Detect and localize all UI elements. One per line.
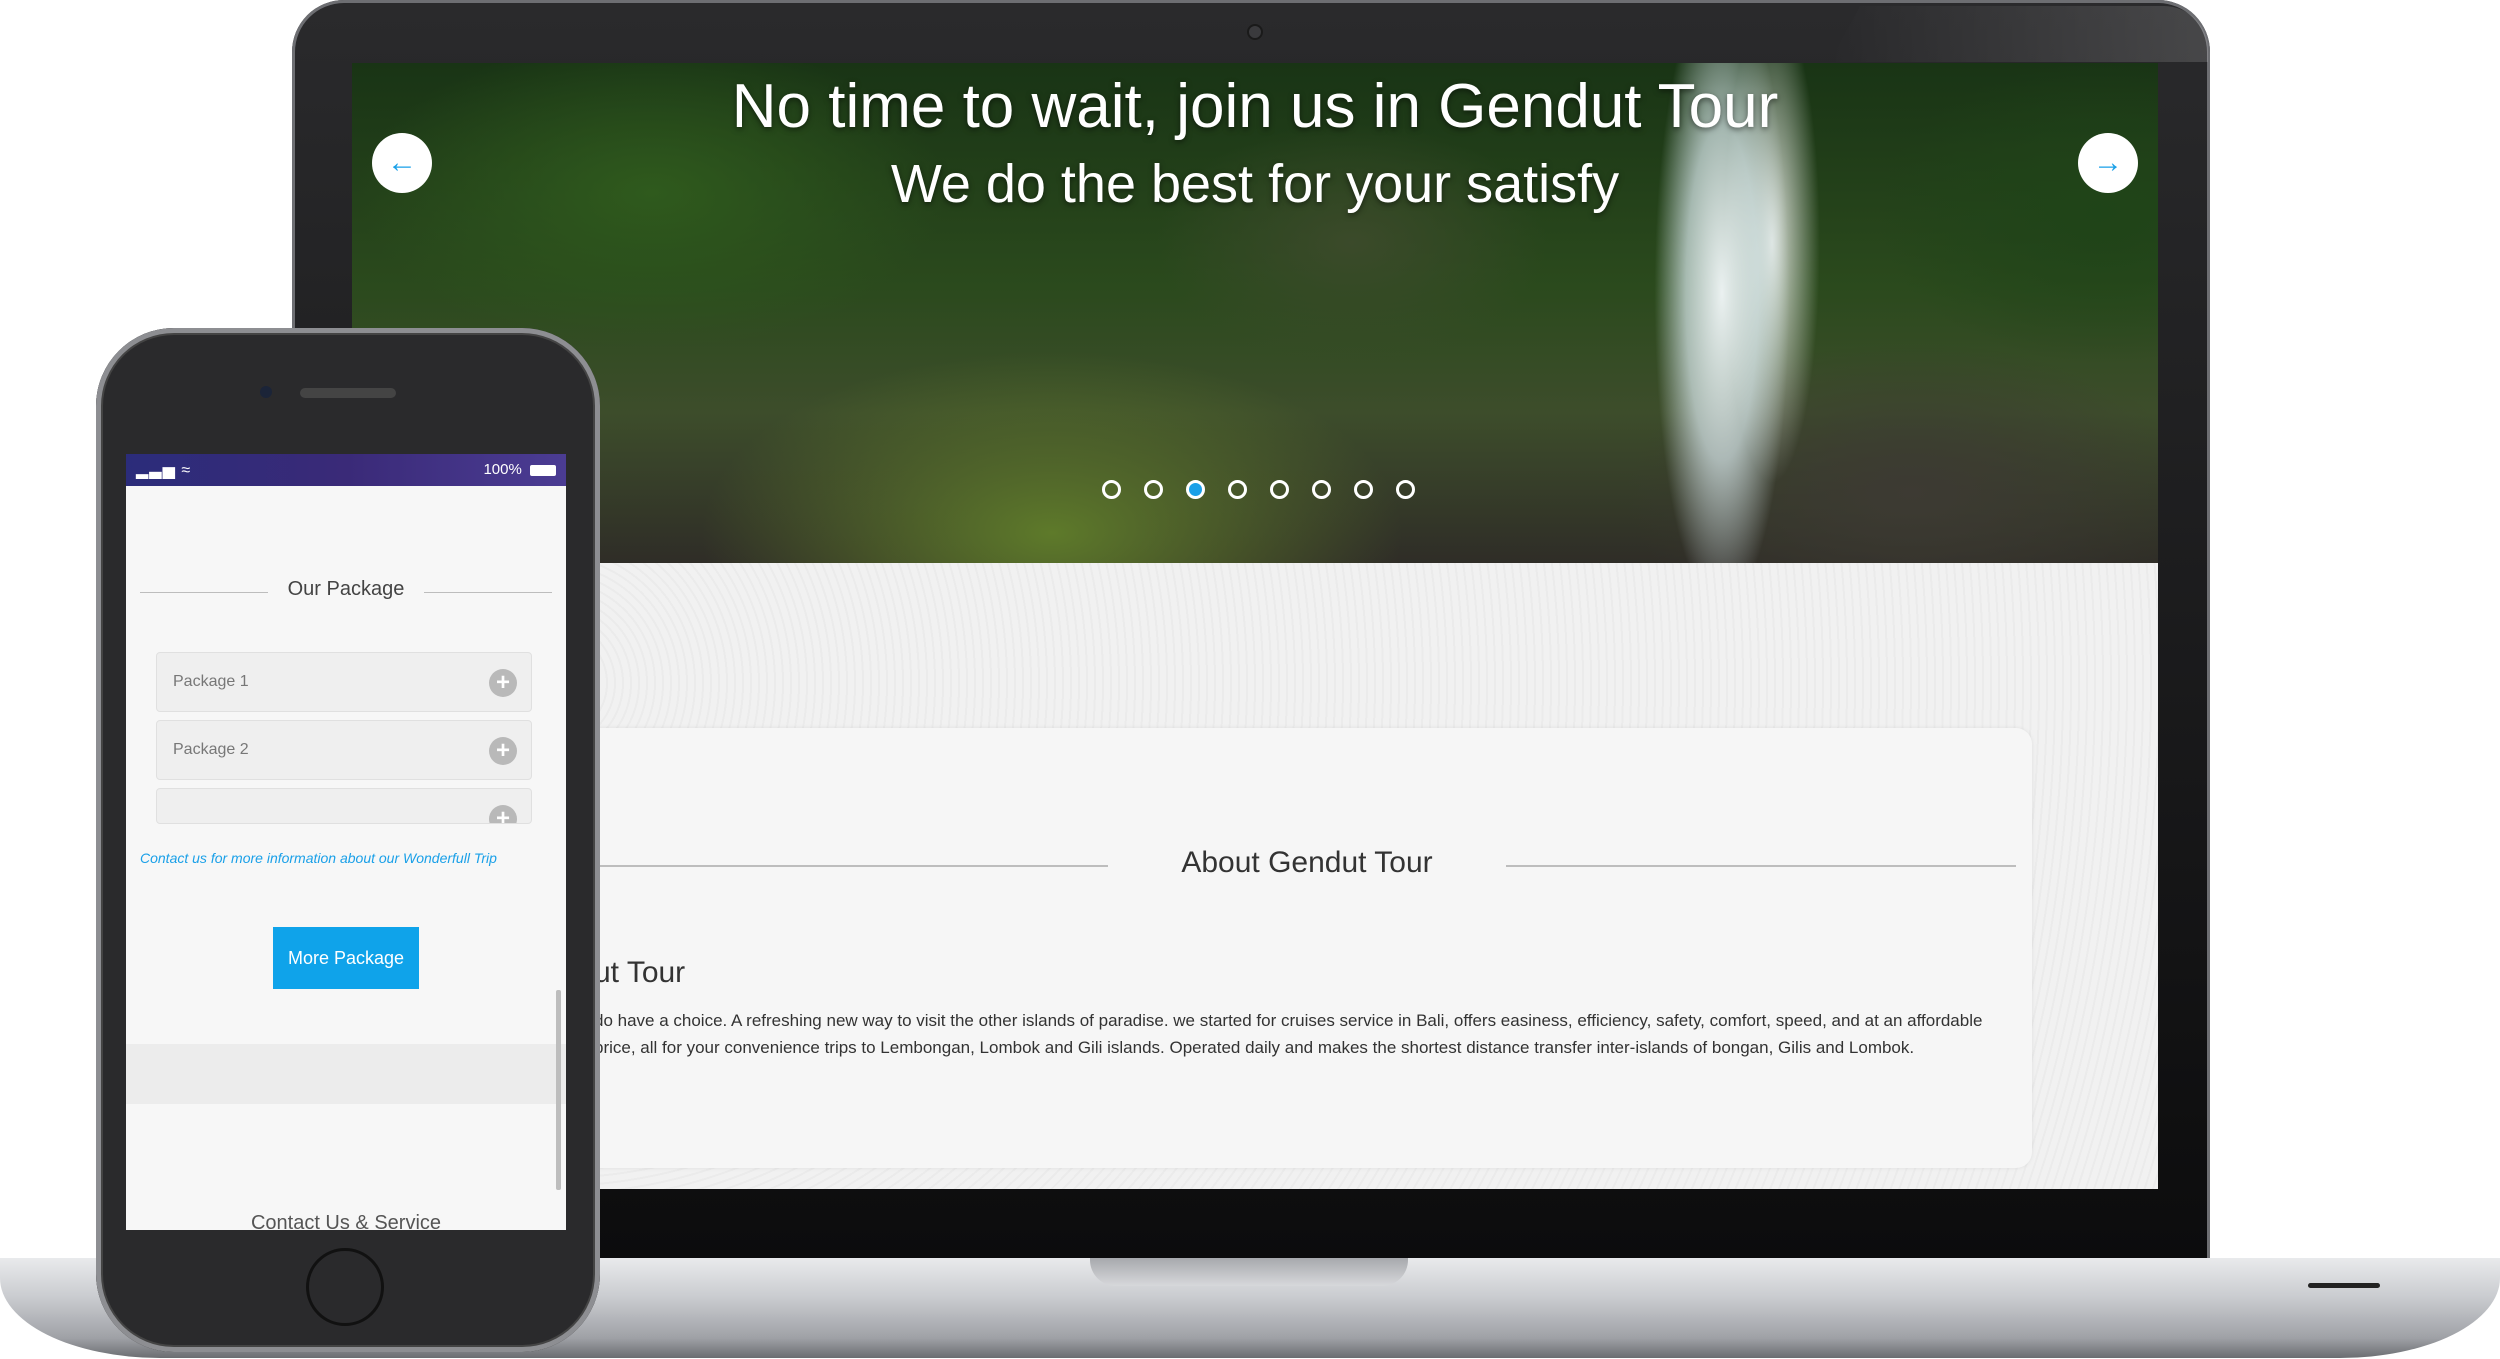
section-divider: [126, 1044, 566, 1104]
battery-percent: 100%: [483, 461, 522, 478]
scrollbar[interactable]: [556, 990, 561, 1190]
phone-camera: [260, 386, 272, 398]
status-bar: ▂▃▅ ≈ 100%: [126, 454, 566, 486]
plus-icon[interactable]: +: [489, 669, 517, 697]
phone-speaker: [300, 388, 396, 398]
contact-link[interactable]: Contact us for more information about ou…: [140, 850, 497, 866]
divider-right: [1506, 865, 2016, 867]
carousel-indicators: [1102, 480, 1438, 499]
carousel-dot[interactable]: [1270, 480, 1289, 499]
carousel-dot[interactable]: [1354, 480, 1373, 499]
home-button[interactable]: [306, 1248, 384, 1326]
package-item[interactable]: +: [156, 788, 532, 824]
phone-screen: ▂▃▅ ≈ 100% Our Package Package 1 + Packa…: [126, 454, 566, 1230]
about-heading: About Gendut Tour: [1181, 846, 1433, 879]
package-item[interactable]: Package 2 +: [156, 720, 532, 780]
laptop-camera: [1247, 24, 1263, 40]
hero-subtitle: We do the best for your satisfy: [890, 154, 1620, 214]
package-label: Package 2: [173, 741, 249, 758]
signal-wifi-icon: ▂▃▅ ≈: [136, 462, 192, 479]
laptop-screen: No time to wait, join us in Gendut Tour …: [352, 63, 2158, 1189]
hero-carousel: No time to wait, join us in Gendut Tour …: [352, 63, 2158, 563]
package-item[interactable]: Package 1 +: [156, 652, 532, 712]
more-package-button[interactable]: More Package: [273, 927, 419, 989]
carousel-dot[interactable]: [1144, 480, 1163, 499]
carousel-dot[interactable]: [1102, 480, 1121, 499]
carousel-dot[interactable]: [1396, 480, 1415, 499]
plus-icon[interactable]: +: [489, 805, 517, 823]
arrow-left-icon: ←: [387, 146, 417, 179]
carousel-dot[interactable]: [1228, 480, 1247, 499]
plus-icon[interactable]: +: [489, 737, 517, 765]
battery-icon: [530, 464, 556, 476]
carousel-dot-active[interactable]: [1186, 480, 1205, 499]
laptop-indicator: [2308, 1283, 2380, 1288]
hero-title: No time to wait, join us in Gendut Tour: [731, 72, 1779, 141]
contact-title: Contact Us & Service: [250, 1212, 442, 1230]
carousel-next-button[interactable]: →: [2078, 133, 2138, 193]
about-text: do have a choice. A refreshing new way t…: [594, 1011, 1983, 1057]
carousel-dot[interactable]: [1312, 480, 1331, 499]
divider-left: [572, 865, 1108, 867]
arrow-right-icon: →: [2093, 146, 2123, 179]
laptop-notch: [1090, 1258, 1408, 1286]
about-card: [572, 728, 2032, 1168]
package-title: Our Package: [287, 578, 405, 600]
package-label: Package 1: [173, 673, 249, 690]
laptop-glare: [1830, 6, 2208, 62]
carousel-prev-button[interactable]: ←: [372, 133, 432, 193]
about-subheading: ut Tour: [594, 956, 686, 989]
